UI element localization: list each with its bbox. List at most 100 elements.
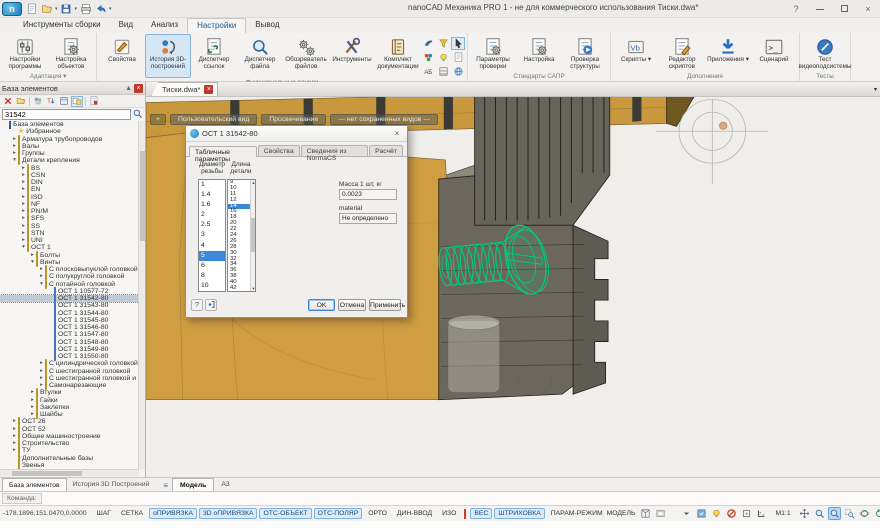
tree-item[interactable]: ОСТ 1 31546-80 — [0, 324, 139, 331]
search-icon[interactable] — [132, 108, 143, 121]
tree-item[interactable]: ▸EN — [0, 186, 139, 193]
list-item[interactable]: 10 — [199, 281, 225, 291]
tab-Вывод[interactable]: Вывод — [246, 18, 288, 33]
tree-expand-icon[interactable]: ▸ — [20, 208, 27, 215]
toggle-ОРТО[interactable]: ОРТО — [364, 508, 391, 519]
ribbon-button[interactable]: Обозреватель файлов — [283, 34, 329, 78]
tree-expand-icon[interactable]: ▸ — [29, 389, 36, 396]
tree-item[interactable]: ▸SFS — [0, 215, 139, 222]
document-close-icon[interactable]: × — [204, 85, 213, 94]
tree-item[interactable]: ▸STN — [0, 230, 139, 237]
model-space-label[interactable]: МОДЕЛЬ — [607, 510, 636, 517]
tree-item[interactable]: ОСТ 1 31542-80 — [0, 295, 139, 302]
layout-tab-А3[interactable]: А3 — [214, 478, 236, 491]
tree-item[interactable]: ▸С шестигранной головкой и шлиц — [0, 375, 139, 382]
list-item[interactable]: 8 — [199, 271, 225, 281]
report-icon[interactable] — [88, 96, 100, 107]
toggle-СЕТКА[interactable]: СЕТКА — [117, 508, 147, 519]
view-chip[interactable]: --- нет сохраненных видов --- — [330, 114, 438, 125]
search-input[interactable] — [2, 109, 131, 120]
tree-item[interactable]: ▸Заклепки — [0, 404, 139, 411]
pan-icon[interactable] — [798, 507, 811, 520]
tree-item[interactable]: ▸Арматура трубопроводов — [0, 136, 139, 143]
selection-filter-icon[interactable] — [695, 507, 708, 520]
tree-item[interactable]: ▸Общее машиностроение — [0, 433, 139, 440]
tree-item[interactable]: ▸С полукруглой головкой — [0, 273, 139, 280]
preview-icon[interactable] — [71, 96, 83, 107]
app-logo-icon[interactable]: n — [2, 2, 22, 16]
ribbon-button[interactable]: Диспетчер ссылок — [191, 34, 237, 78]
tree-expand-icon[interactable]: ▸ — [38, 266, 45, 273]
list-item[interactable]: 2 — [199, 210, 225, 220]
toggle-ОТС-ОБЪЕКТ[interactable]: ОТС-ОБЪЕКТ — [259, 508, 311, 519]
bulb-icon[interactable] — [436, 51, 450, 64]
zoom-window-icon[interactable] — [843, 507, 856, 520]
dropdown-icon[interactable]: ▾ — [75, 6, 78, 12]
zoom-icon[interactable] — [813, 507, 826, 520]
orbit-icon[interactable] — [858, 507, 871, 520]
delete-icon[interactable] — [2, 96, 14, 107]
ribbon-button[interactable]: Диспетчер файла — [237, 34, 283, 78]
tree-item[interactable]: ▸SS — [0, 223, 139, 230]
layout-menu-icon[interactable]: ≡ — [163, 481, 168, 490]
undo-icon[interactable] — [94, 2, 107, 15]
list-item[interactable]: 4 — [199, 241, 225, 251]
tree-item[interactable]: ▸Втулки — [0, 389, 139, 396]
toggle-ВЕС[interactable]: ВЕС — [470, 508, 492, 519]
tree-expand-icon[interactable]: ▸ — [20, 201, 27, 208]
layout-tab-Модель[interactable]: Модель — [172, 478, 214, 491]
panel-close-icon[interactable]: × — [134, 84, 143, 93]
pointer-icon[interactable] — [451, 37, 465, 50]
tree-item[interactable]: Звенья — [0, 462, 139, 469]
tree-expand-icon[interactable]: ▸ — [20, 172, 27, 179]
regen-icon[interactable] — [873, 507, 880, 520]
ribbon-button[interactable]: История 3D-построений — [145, 34, 191, 78]
tree-expand-icon[interactable]: ▸ — [38, 368, 45, 375]
tree-expand-icon[interactable]: ▸ — [29, 252, 36, 259]
list-item[interactable]: 2.5 — [199, 220, 225, 230]
dialog-close-icon[interactable]: × — [391, 129, 403, 138]
tree-item[interactable]: ▸Гайки — [0, 397, 139, 404]
dialog-tab[interactable]: Табличные параметры — [189, 146, 257, 157]
field-value[interactable]: 0.0023 — [339, 189, 397, 200]
dropdown-icon[interactable]: ▾ — [55, 6, 58, 12]
tree-item[interactable]: ОСТ 1 31549-80 — [0, 346, 139, 353]
toggle-ИЗО[interactable]: ИЗО — [438, 508, 460, 519]
tab-Настройки[interactable]: Настройки — [187, 18, 246, 33]
tree-expand-icon[interactable]: ▸ — [11, 136, 18, 143]
list-item[interactable]: 5 — [199, 251, 225, 261]
ab-text-icon[interactable]: АБ — [421, 65, 435, 78]
tree-vertical-scrollbar[interactable] — [138, 121, 145, 469]
group-icon[interactable] — [32, 96, 44, 107]
toggle-ДИН-ВВОД[interactable]: ДИН-ВВОД — [393, 508, 436, 519]
tree-expand-icon[interactable]: ▸ — [29, 404, 36, 411]
ribbon-button[interactable]: Параметры проверки — [470, 34, 516, 72]
ribbon-button[interactable]: Настройка объектов — [48, 34, 94, 72]
tree-expand-icon[interactable]: ▸ — [29, 411, 36, 418]
list-item[interactable]: 1.4 — [199, 190, 225, 200]
page-edit-icon[interactable] — [451, 51, 465, 64]
tab-Инструменты сборки[interactable]: Инструменты сборки — [14, 18, 110, 33]
list-item[interactable]: 42 — [228, 286, 251, 292]
scroll-down-icon[interactable]: ▼ — [251, 286, 256, 291]
tree-item[interactable]: ▸Группы — [0, 150, 139, 157]
tree-item[interactable]: ▸Шайбы — [0, 411, 139, 418]
tree-item[interactable]: ▸DIN — [0, 179, 139, 186]
tree-item[interactable]: ▸CSN — [0, 172, 139, 179]
cancel-button[interactable]: Отмена — [338, 299, 366, 311]
tab-Анализ[interactable]: Анализ — [142, 18, 187, 33]
layout-icon[interactable] — [654, 507, 667, 520]
filter-icon[interactable] — [436, 37, 450, 50]
dialog-tab[interactable]: Расчёт — [369, 145, 403, 156]
tree-item[interactable]: ▸Болты — [0, 252, 139, 259]
tree-expand-icon[interactable]: ▸ — [20, 186, 27, 193]
ribbon-button[interactable]: Проверка структуры — [562, 34, 608, 72]
tree-expand-icon[interactable]: ▾ — [38, 281, 45, 288]
tree-expand-icon[interactable]: ▸ — [11, 440, 18, 447]
tree-expand-icon[interactable]: ▾ — [11, 157, 18, 164]
tree-item[interactable]: ▸PN/M — [0, 208, 139, 215]
toggle-ПАРАМ-РЕЖИМ[interactable]: ПАРАМ-РЕЖИМ — [547, 508, 607, 519]
grid-icon[interactable] — [436, 65, 450, 78]
tree-item[interactable]: ▸Валы — [0, 143, 139, 150]
list-scrollbar[interactable]: ▲▼ — [250, 180, 255, 291]
